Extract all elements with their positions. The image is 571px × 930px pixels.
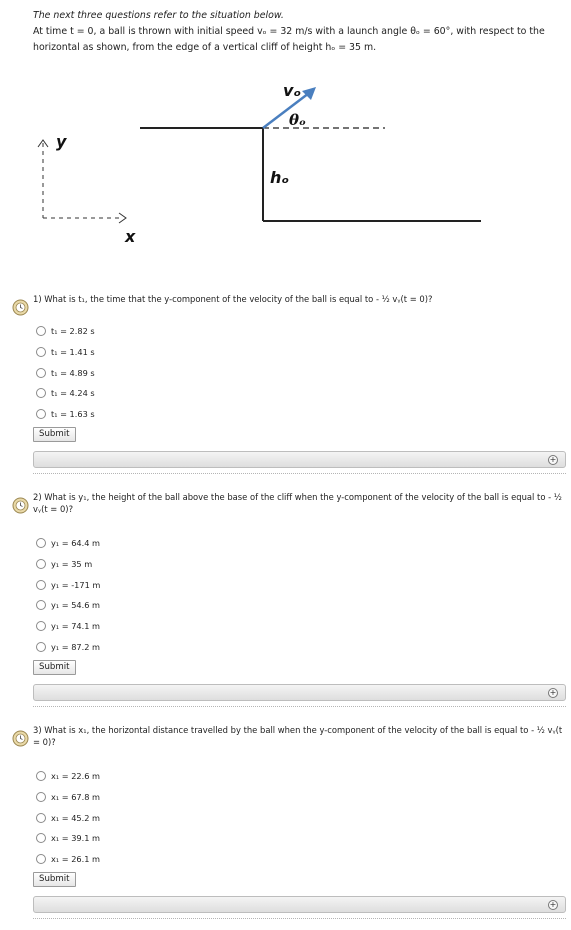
answer-option[interactable]: y₁ = 74.1 m bbox=[36, 616, 100, 637]
question-3-options: x₁ = 22.6 m x₁ = 67.8 m x₁ = 45.2 m x₁ =… bbox=[36, 766, 100, 869]
radio-button[interactable] bbox=[36, 326, 46, 337]
answer-option[interactable]: t₁ = 1.63 s bbox=[36, 404, 95, 425]
radio-button[interactable] bbox=[36, 641, 46, 652]
radio-button[interactable] bbox=[36, 388, 46, 399]
angle-label: θₒ bbox=[289, 111, 306, 129]
option-label: t₁ = 4.24 s bbox=[51, 388, 95, 399]
option-label: x₁ = 26.1 m bbox=[51, 854, 101, 865]
answer-option[interactable]: y₁ = 54.6 m bbox=[36, 595, 100, 616]
option-label: y₁ = 87.2 m bbox=[51, 641, 101, 652]
answer-option[interactable]: y₁ = 87.2 m bbox=[36, 636, 100, 657]
submit-button[interactable]: Submit bbox=[33, 660, 76, 675]
question-status-icon bbox=[12, 299, 29, 316]
radio-button[interactable] bbox=[36, 347, 46, 358]
option-label: x₁ = 45.2 m bbox=[51, 812, 101, 823]
question-status-icon bbox=[12, 730, 29, 747]
answer-option[interactable]: t₁ = 2.82 s bbox=[36, 321, 95, 342]
option-label: y₁ = -171 m bbox=[51, 579, 101, 590]
question-2-text: 2) What is y₁, the height of the ball ab… bbox=[33, 492, 562, 514]
submit-button[interactable]: Submit bbox=[33, 872, 76, 887]
answer-option[interactable]: y₁ = 35 m bbox=[36, 554, 100, 575]
radio-button[interactable] bbox=[36, 409, 46, 420]
radio-button[interactable] bbox=[36, 792, 46, 803]
question-1-options: t₁ = 2.82 s t₁ = 1.41 s t₁ = 4.89 s t₁ =… bbox=[36, 321, 95, 424]
radio-button[interactable] bbox=[36, 812, 46, 823]
option-label: x₁ = 67.8 m bbox=[51, 792, 101, 803]
option-label: y₁ = 54.6 m bbox=[51, 600, 101, 611]
cliff: hₒ bbox=[140, 127, 481, 222]
radio-button[interactable] bbox=[36, 367, 46, 378]
answer-option[interactable]: y₁ = -171 m bbox=[36, 574, 100, 595]
height-label: hₒ bbox=[270, 168, 289, 187]
radio-button[interactable] bbox=[36, 600, 46, 611]
radio-button[interactable] bbox=[36, 621, 46, 632]
x-axis-arrowhead bbox=[118, 212, 127, 224]
radio-button[interactable] bbox=[36, 854, 46, 865]
cliff-diagram: y x hₒ vₒ θₒ bbox=[37, 81, 481, 246]
radio-button[interactable] bbox=[36, 833, 46, 844]
option-label: y₁ = 64.4 m bbox=[51, 538, 101, 549]
radio-button[interactable] bbox=[36, 538, 46, 549]
answer-option[interactable]: x₁ = 26.1 m bbox=[36, 849, 100, 870]
intro-heading: The next three questions refer to the si… bbox=[33, 10, 284, 21]
expand-plus-icon[interactable]: + bbox=[548, 688, 558, 698]
answer-option[interactable]: t₁ = 4.24 s bbox=[36, 383, 95, 404]
intro: The next three questions refer to the si… bbox=[33, 8, 568, 56]
velocity-vector: vₒ θₒ bbox=[262, 81, 316, 129]
x-axis-label: x bbox=[124, 227, 136, 246]
intro-body: At time t = 0, a ball is thrown with ini… bbox=[33, 26, 545, 53]
section-divider bbox=[33, 706, 566, 707]
expand-plus-icon[interactable]: + bbox=[548, 900, 558, 910]
feedback-bar[interactable]: + bbox=[33, 684, 566, 701]
answer-option[interactable]: t₁ = 4.89 s bbox=[36, 362, 95, 383]
radio-button[interactable] bbox=[36, 579, 46, 590]
answer-option[interactable]: y₁ = 64.4 m bbox=[36, 533, 100, 554]
option-label: t₁ = 1.41 s bbox=[51, 347, 95, 358]
answer-option[interactable]: x₁ = 45.2 m bbox=[36, 807, 100, 828]
answer-option[interactable]: x₁ = 39.1 m bbox=[36, 828, 100, 849]
answer-option[interactable]: x₁ = 67.8 m bbox=[36, 787, 100, 808]
option-label: t₁ = 1.63 s bbox=[51, 409, 95, 420]
option-label: x₁ = 22.6 m bbox=[51, 771, 101, 782]
section-divider bbox=[33, 473, 566, 474]
section-divider bbox=[33, 918, 566, 919]
answer-option[interactable]: t₁ = 1.41 s bbox=[36, 342, 95, 363]
feedback-bar[interactable]: + bbox=[33, 896, 566, 913]
velocity-label: vₒ bbox=[283, 81, 301, 100]
question-2-options: y₁ = 64.4 m y₁ = 35 m y₁ = -171 m y₁ = 5… bbox=[36, 533, 100, 657]
radio-button[interactable] bbox=[36, 771, 46, 782]
option-label: x₁ = 39.1 m bbox=[51, 833, 101, 844]
question-status-icon bbox=[12, 497, 29, 514]
expand-plus-icon[interactable]: + bbox=[548, 455, 558, 465]
option-label: t₁ = 2.82 s bbox=[51, 326, 95, 337]
feedback-bar[interactable]: + bbox=[33, 451, 566, 468]
y-axis-label: y bbox=[56, 132, 67, 151]
option-label: y₁ = 35 m bbox=[51, 559, 93, 570]
question-1-text: 1) What is t₁, the time that the y-compo… bbox=[33, 294, 433, 304]
question-3-text: 3) What is x₁, the horizontal distance t… bbox=[33, 725, 563, 747]
option-label: t₁ = 4.89 s bbox=[51, 367, 95, 378]
option-label: y₁ = 74.1 m bbox=[51, 621, 101, 632]
answer-option[interactable]: x₁ = 22.6 m bbox=[36, 766, 100, 787]
axes: y x bbox=[37, 132, 136, 246]
submit-button[interactable]: Submit bbox=[33, 427, 76, 442]
radio-button[interactable] bbox=[36, 559, 46, 570]
